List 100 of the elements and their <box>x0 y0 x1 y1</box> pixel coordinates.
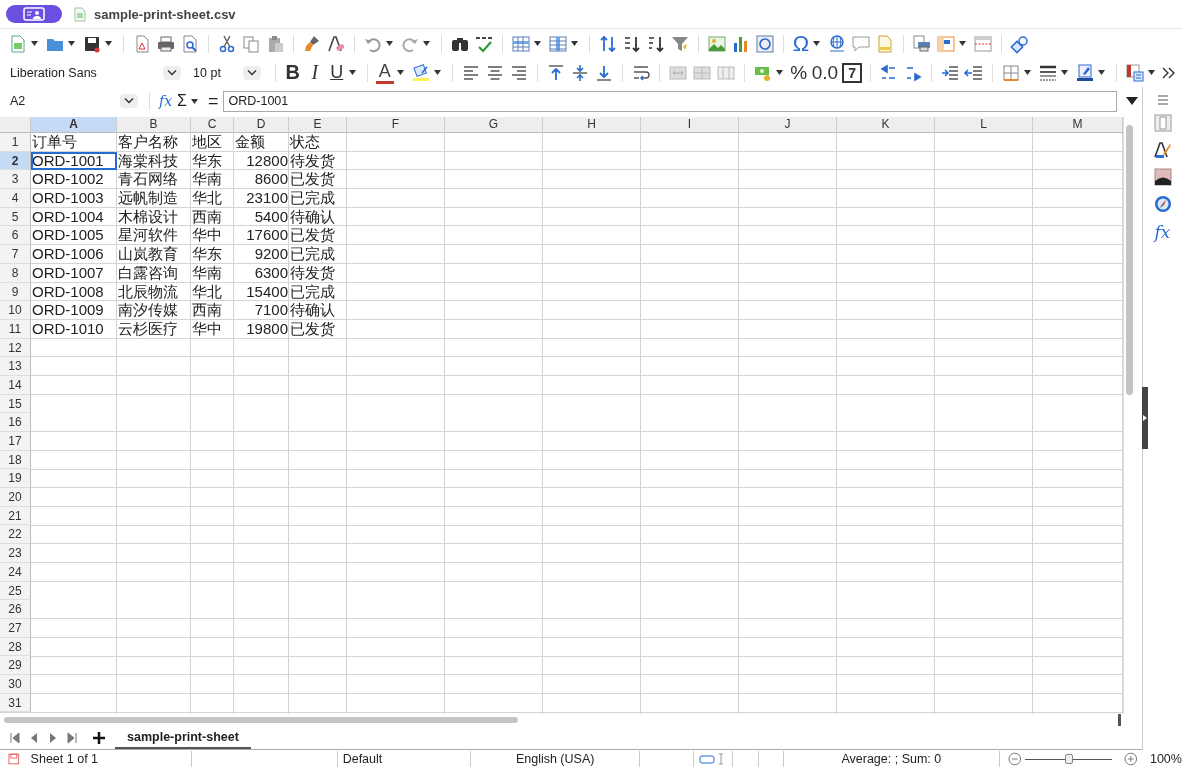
globe-link-icon[interactable] <box>827 33 847 54</box>
dropdown-arrow-icon[interactable] <box>813 41 820 46</box>
conditional-format-icon[interactable] <box>1125 62 1146 83</box>
functions-button[interactable]: fx <box>1154 222 1171 242</box>
styles-icon[interactable] <box>1153 141 1172 159</box>
dropdown-arrow-icon[interactable] <box>105 41 112 46</box>
zoom-in-icon[interactable] <box>1124 752 1138 766</box>
border-color-icon[interactable] <box>1075 62 1096 83</box>
dropdown-arrow-icon[interactable] <box>68 41 75 46</box>
screen-user-icon <box>23 7 45 21</box>
column-header[interactable]: M <box>1033 117 1123 133</box>
column-header[interactable]: C <box>191 117 234 133</box>
table-cell-text: 5400 <box>253 207 289 227</box>
window-mode-button[interactable] <box>6 5 62 23</box>
row-header[interactable]: 19 <box>0 469 31 489</box>
freeze-panes-icon[interactable] <box>936 33 956 54</box>
row-header[interactable]: 13 <box>0 357 31 376</box>
column-header[interactable]: D <box>234 117 289 133</box>
gallery-icon[interactable] <box>1153 168 1172 186</box>
underline-button[interactable]: U <box>327 61 346 84</box>
column-header[interactable]: I <box>641 117 739 133</box>
dropdown-arrow-icon[interactable] <box>571 41 578 46</box>
table-cell-text: 华北 <box>191 282 223 302</box>
first-sheet-icon[interactable] <box>10 731 20 744</box>
column-header[interactable]: A <box>31 117 117 133</box>
special-character-button[interactable]: Ω <box>792 32 810 55</box>
clear-formatting-icon[interactable] <box>326 33 346 54</box>
sidebar-handle[interactable] <box>1142 387 1148 449</box>
print-preview-icon[interactable] <box>180 33 200 54</box>
print-range-icon[interactable] <box>912 33 932 54</box>
formula-input[interactable]: ORD-1001 <box>223 90 1118 112</box>
number-format-button[interactable]: 7 <box>842 62 863 83</box>
row-header[interactable]: 22 <box>0 525 31 545</box>
row-header[interactable]: 29 <box>0 656 31 675</box>
row-header[interactable]: 17 <box>0 432 31 451</box>
decimal-format-button[interactable]: 0.0 <box>811 61 839 84</box>
dropdown-arrow-icon[interactable] <box>959 41 966 46</box>
formula-button[interactable]: = <box>207 90 219 112</box>
cut-icon[interactable] <box>217 33 237 54</box>
chevron-down-icon <box>163 65 182 80</box>
row-header[interactable]: 10 <box>0 301 31 320</box>
dropdown-arrow-icon[interactable] <box>386 41 393 46</box>
dropdown-arrow-icon[interactable] <box>396 70 404 75</box>
column-header[interactable]: B <box>117 117 191 133</box>
image-icon[interactable] <box>707 33 727 54</box>
column-header[interactable]: H <box>543 117 641 133</box>
printer-icon[interactable] <box>156 33 176 54</box>
row-header[interactable]: 3 <box>0 170 31 190</box>
last-sheet-icon[interactable] <box>67 731 77 744</box>
sheet-tab[interactable]: sample-print-sheet <box>115 726 251 749</box>
zoom-slider-thumb[interactable] <box>1064 753 1073 764</box>
font-size-field[interactable]: 10 pt <box>191 61 267 84</box>
font-name-field[interactable]: Liberation Sans <box>8 61 188 84</box>
sort-icon[interactable] <box>598 33 618 54</box>
zoom-out-icon[interactable] <box>1007 752 1022 766</box>
function-wizard-button[interactable]: fx <box>159 93 173 109</box>
row-header[interactable]: 20 <box>0 488 31 507</box>
sum-button[interactable]: Σ <box>177 92 187 110</box>
dropdown-arrow-icon[interactable] <box>433 70 441 75</box>
row-header[interactable]: 4 <box>0 189 31 208</box>
next-sheet-icon[interactable] <box>48 731 58 744</box>
name-box[interactable]: A2 <box>6 91 140 111</box>
row-header[interactable]: 23 <box>0 544 31 563</box>
previous-sheet-icon[interactable] <box>29 731 39 744</box>
dropdown-arrow-icon[interactable] <box>1148 70 1156 75</box>
row-header[interactable]: 1 <box>0 133 31 152</box>
column-header[interactable]: L <box>935 117 1033 133</box>
percent-format-button[interactable]: % <box>789 61 808 84</box>
navigator-icon[interactable] <box>1153 195 1172 213</box>
add-sheet-icon[interactable] <box>92 730 106 745</box>
dropdown-arrow-icon[interactable] <box>190 98 198 104</box>
vertical-scrollbar[interactable] <box>1126 125 1133 395</box>
column-header[interactable]: E <box>289 117 347 133</box>
row-header[interactable]: 6 <box>0 226 31 246</box>
column-header[interactable]: G <box>445 117 543 133</box>
dropdown-arrow-icon[interactable] <box>348 70 356 75</box>
horizontal-scrollbar[interactable] <box>4 717 518 723</box>
selection-mode-icon[interactable] <box>699 753 726 765</box>
font-color-button[interactable]: A <box>375 61 394 84</box>
column-header[interactable]: F <box>347 117 445 133</box>
dropdown-arrow-icon[interactable] <box>31 41 38 46</box>
more-chevron-icon[interactable] <box>1162 66 1177 79</box>
row-header[interactable]: 26 <box>0 600 31 619</box>
dropdown-arrow-icon[interactable] <box>534 41 541 46</box>
column-header[interactable]: K <box>837 117 935 133</box>
bold-button[interactable]: B <box>283 61 302 84</box>
dropdown-arrow-icon[interactable] <box>423 41 430 46</box>
row-header[interactable]: 7 <box>0 245 31 264</box>
highlighter-icon[interactable] <box>410 62 431 83</box>
expand-arrow-icon[interactable] <box>1126 97 1139 105</box>
column-header[interactable]: J <box>739 117 837 133</box>
row-header[interactable]: 16 <box>0 413 31 432</box>
paintbrush-icon[interactable] <box>302 33 322 54</box>
dropdown-arrow-icon[interactable] <box>1024 70 1032 75</box>
dropdown-arrow-icon[interactable] <box>1098 70 1106 75</box>
dropdown-arrow-icon[interactable] <box>775 70 783 75</box>
shapes-icon[interactable] <box>1010 33 1030 54</box>
dropdown-arrow-icon[interactable] <box>1061 70 1069 75</box>
document-modified-icon[interactable] <box>8 753 20 765</box>
italic-button[interactable]: I <box>305 61 324 84</box>
